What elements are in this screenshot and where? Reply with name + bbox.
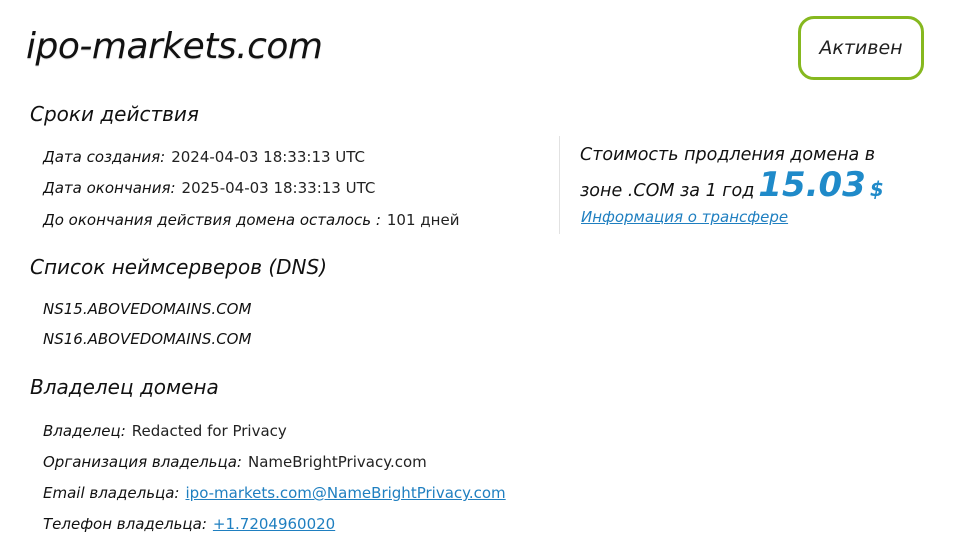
phone-link[interactable]: +1.7204960020 <box>213 515 335 533</box>
domain-title: ipo-markets.com <box>26 26 323 67</box>
validity-section-title: Сроки действия <box>30 102 199 126</box>
transfer-info-link[interactable]: Информация о трансфере <box>581 208 788 226</box>
phone-row: Телефон владельца: +1.7204960020 <box>43 515 335 533</box>
dns-section-title: Список неймсерверов (DNS) <box>30 255 328 279</box>
expires-value: 2025-04-03 18:33:13 UTC <box>181 179 376 197</box>
created-label: Дата создания: <box>43 148 166 166</box>
renewal-currency: $ <box>869 177 884 201</box>
status-badge-label: Активен <box>819 37 903 59</box>
owner-label: Владелец: <box>43 422 126 440</box>
remaining-value: 101 дней <box>386 211 460 229</box>
created-row: Дата создания: 2024-04-03 18:33:13 UTC <box>43 148 365 166</box>
dns-server-item: NS15.ABOVEDOMAINS.COM <box>43 300 252 318</box>
expires-label: Дата окончания: <box>43 179 176 197</box>
renewal-info: Стоимость продления домена в зоне .COM з… <box>580 140 910 206</box>
status-badge: Активен <box>798 16 924 80</box>
remaining-label: До окончания действия домена осталось : <box>43 211 381 229</box>
column-divider <box>559 136 560 234</box>
expires-row: Дата окончания: 2025-04-03 18:33:13 UTC <box>43 179 375 197</box>
org-label: Организация владельца: <box>43 453 242 471</box>
org-row: Организация владельца: NameBrightPrivacy.… <box>43 453 427 471</box>
email-link[interactable]: ipo-markets.com@NameBrightPrivacy.com <box>186 484 506 502</box>
org-value: NameBrightPrivacy.com <box>247 453 427 471</box>
dns-server-item: NS16.ABOVEDOMAINS.COM <box>43 330 252 348</box>
email-label: Email владельца: <box>43 484 180 502</box>
phone-label: Телефон владельца: <box>43 515 207 533</box>
remaining-row: До окончания действия домена осталось : 1… <box>43 211 459 229</box>
owner-row: Владелец: Redacted for Privacy <box>43 422 287 440</box>
created-value: 2024-04-03 18:33:13 UTC <box>171 148 366 166</box>
owner-section-title: Владелец домена <box>30 375 219 399</box>
owner-value: Redacted for Privacy <box>131 422 287 440</box>
renewal-price: 15.03 <box>758 165 866 205</box>
email-row: Email владельца: ipo-markets.com@NameBrig… <box>43 484 506 502</box>
